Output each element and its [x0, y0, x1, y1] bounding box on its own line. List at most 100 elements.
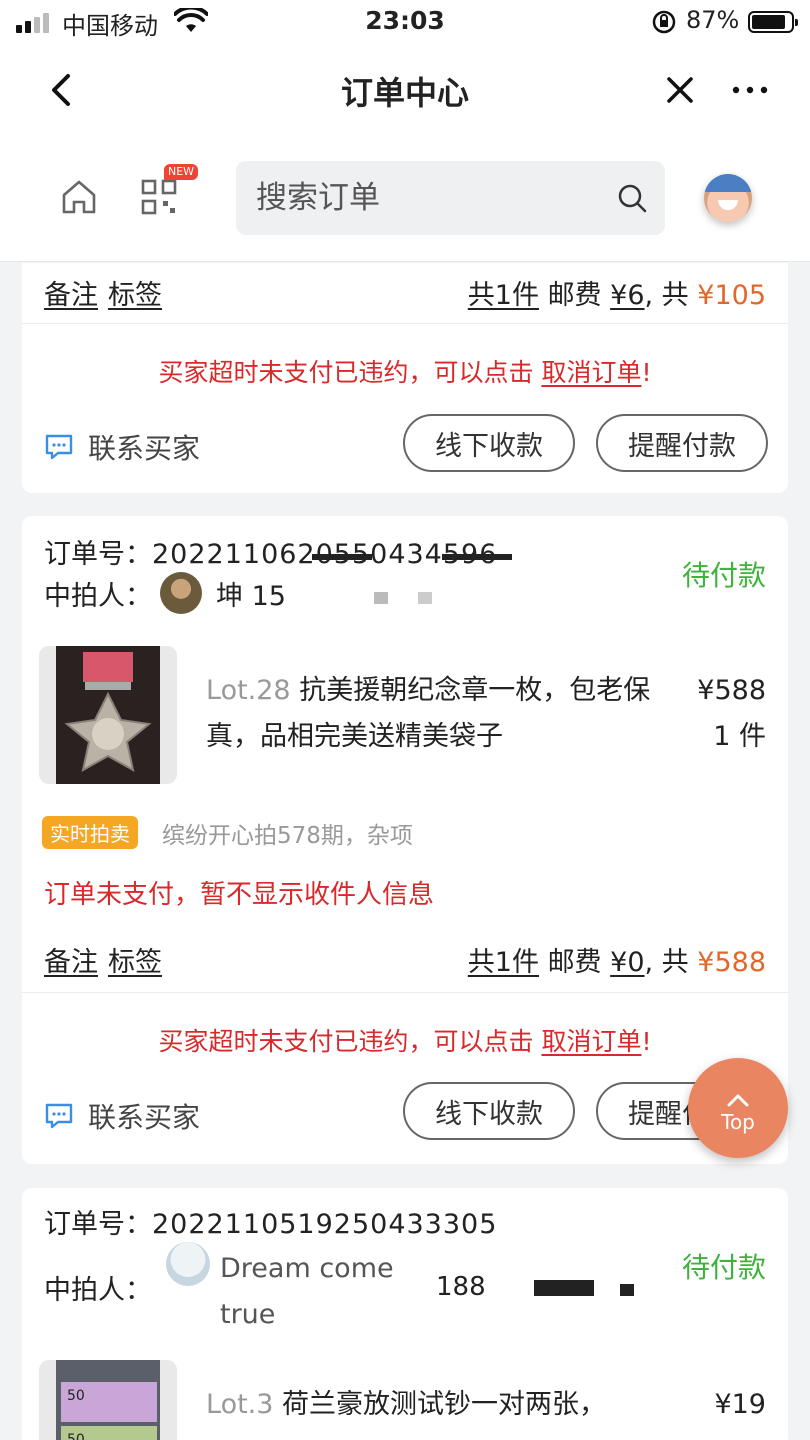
unpaid-notice: 订单未支付，暂不显示收件人信息 [44, 880, 435, 910]
contact-buyer[interactable]: 联系买家 [44, 427, 200, 467]
order-summary: 共1件 邮费 ¥0, 共 ¥588 [468, 940, 766, 979]
search-icon[interactable] [617, 183, 647, 213]
lot-number: Lot.3 [206, 1389, 274, 1420]
product-title-text: 荷兰豪放测试钞一对两张， [282, 1389, 607, 1420]
winner-label: 中拍人： [44, 580, 152, 612]
order-status: 待付款 [681, 559, 766, 592]
chat-icon [45, 434, 73, 460]
contact-label: 联系买家 [88, 432, 201, 465]
search-box[interactable] [236, 161, 665, 235]
svg-text:50: 50 [67, 1432, 85, 1440]
product-price: ¥588 [697, 675, 766, 706]
postage-value: ¥6 [610, 280, 645, 311]
new-badge: NEW [164, 164, 199, 180]
more-icon[interactable] [728, 70, 772, 110]
order-card: 订单号：2022110519250433305 中拍人： Dream come … [22, 1188, 788, 1440]
redaction [312, 554, 372, 560]
product-title[interactable]: Lot.3 荷兰豪放测试钞一对两张， [206, 1382, 656, 1428]
offline-payment-button[interactable]: 线下收款 [403, 414, 575, 472]
postage-value: ¥0 [610, 947, 645, 978]
order-total: ¥105 [697, 280, 766, 311]
default-warning: 买家超时未支付已违约，可以点击 取消订单! [22, 353, 788, 389]
winner-name-line2: true [220, 1299, 276, 1330]
order-number-label: 订单号： [44, 1209, 152, 1240]
live-auction-badge: 实时拍卖 [42, 816, 138, 849]
order-card: 备注 标签 共1件 邮费 ¥6, 共 ¥105 买家超时未支付已违约，可以点击 取… [22, 263, 788, 493]
winner-row: 中拍人： 坤 15 [44, 572, 286, 614]
warning-suffix: ! [641, 358, 652, 387]
winner-name-line1: Dream come [220, 1253, 394, 1284]
postage-label: 邮费 [547, 947, 602, 978]
tag-link[interactable]: 标签 [108, 947, 162, 978]
order-number: 订单号：2022110620550434596 [44, 532, 497, 571]
cancel-order-link[interactable]: 取消订单 [541, 358, 641, 387]
back-to-top-button[interactable]: Top [688, 1058, 788, 1158]
divider [22, 323, 788, 324]
contact-buyer[interactable]: 联系买家 [44, 1096, 200, 1136]
winner-name: 坤 15 [216, 580, 286, 612]
warning-text: 买家超时未支付已违约，可以点击 [158, 1027, 534, 1056]
order-number: 订单号：2022110519250433305 [44, 1202, 497, 1241]
status-bar: 中国移动 23:03 87% [0, 0, 810, 46]
warning-text: 买家超时未支付已违约，可以点击 [158, 358, 534, 387]
close-icon[interactable] [660, 70, 700, 110]
order-meta: 备注 标签 [44, 940, 172, 979]
order-meta: 备注 标签 [44, 273, 172, 312]
chat-icon [45, 1103, 73, 1129]
svg-text:50: 50 [67, 1388, 85, 1404]
product-thumbnail[interactable] [39, 646, 177, 784]
winner-row: 中拍人： [44, 1268, 152, 1307]
order-number-label: 订单号： [44, 539, 152, 570]
product-price: ¥19 [714, 1389, 766, 1420]
medal-image [56, 646, 160, 784]
product-thumbnail[interactable]: 50 50 [39, 1360, 177, 1440]
order-total: ¥588 [697, 947, 766, 978]
winner-avatar [166, 1242, 210, 1286]
home-icon[interactable] [58, 176, 100, 218]
nav-bar: 订单中心 [0, 46, 810, 134]
redaction [620, 1284, 634, 1296]
product-title[interactable]: Lot.28 抗美援朝纪念章一枚，包老保真，品相完美送精美袋子 [206, 668, 656, 760]
note-link[interactable]: 备注 [44, 947, 98, 978]
redaction [442, 554, 512, 560]
divider [22, 992, 788, 993]
order-card: 订单号：2022110620550434596 中拍人： 坤 15 待付款 Lo… [22, 516, 788, 1164]
winner-avatar [160, 572, 202, 614]
search-toolbar: NEW [0, 134, 810, 262]
avatar[interactable] [704, 174, 752, 222]
order-status: 待付款 [681, 1251, 766, 1284]
warning-suffix: ! [641, 1027, 652, 1056]
winner-phone: 188 [436, 1272, 486, 1302]
tag-link[interactable]: 标签 [108, 280, 162, 311]
item-count: 共1件 [467, 947, 539, 978]
order-number-value: 2022110519250433305 [152, 1209, 498, 1240]
offline-payment-button[interactable]: 线下收款 [403, 1082, 575, 1140]
rotation-lock-icon [652, 10, 676, 34]
note-link[interactable]: 备注 [44, 280, 98, 311]
redaction [374, 592, 388, 604]
cancel-order-link[interactable]: 取消订单 [541, 1027, 641, 1056]
price-block: ¥588 1 件 [697, 668, 766, 760]
qr-code-icon[interactable] [140, 178, 178, 216]
search-input[interactable] [256, 161, 596, 235]
order-summary: 共1件 邮费 ¥6, 共 ¥105 [468, 273, 766, 312]
remind-payment-button[interactable]: 提醒付款 [596, 414, 768, 472]
winner-label: 中拍人： [44, 1275, 152, 1306]
total-prefix: , 共 [644, 947, 689, 978]
battery-icon [748, 11, 798, 33]
redaction [288, 574, 488, 614]
redaction [534, 1280, 594, 1296]
item-count: 共1件 [467, 280, 539, 311]
winner-name: Dream come true [220, 1246, 394, 1338]
top-label: Top [721, 1110, 755, 1134]
default-warning: 买家超时未支付已违约，可以点击 取消订单! [22, 1022, 788, 1058]
postage-label: 邮费 [547, 280, 602, 311]
contact-label: 联系买家 [88, 1101, 201, 1134]
total-prefix: , 共 [644, 280, 689, 311]
product-quantity: 1 件 [713, 721, 766, 752]
banknote-image: 50 50 [56, 1360, 160, 1440]
chevron-up-icon [727, 1094, 749, 1107]
redaction [418, 592, 432, 604]
battery-percent: 87% [686, 6, 740, 34]
lot-number: Lot.28 [206, 675, 291, 706]
